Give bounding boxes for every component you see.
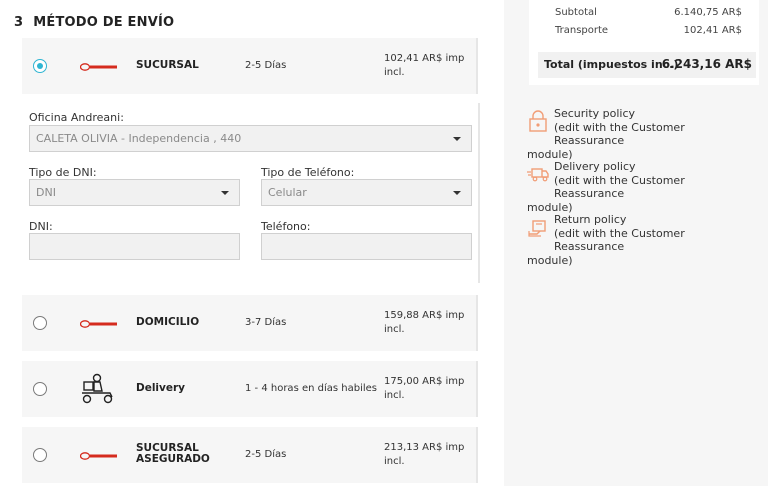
radio-delivery[interactable] xyxy=(33,382,47,396)
truck-icon xyxy=(527,168,549,182)
reassurance-note-module: module) xyxy=(527,200,573,214)
andreani-logo-icon xyxy=(80,452,117,460)
option-price: 175,00 AR$ imp incl. xyxy=(384,375,474,403)
shipping-option-sucursal[interactable]: SUCURSAL 2-5 Días 102,41 AR$ imp incl. xyxy=(22,38,478,94)
reassurance-note: (edit with the Customer Reassurance xyxy=(554,173,685,201)
andreani-logo-icon xyxy=(80,320,117,328)
option-name: DOMICILIO xyxy=(136,316,200,328)
reassurance-note-module: module) xyxy=(527,147,573,161)
reassurance-title: Security policy xyxy=(554,107,636,120)
option-price: 159,88 AR$ imp incl. xyxy=(384,309,474,337)
option-price-line2: incl. xyxy=(384,456,405,467)
reassurance-note-module: module) xyxy=(527,253,573,267)
chevron-down-icon xyxy=(453,191,461,195)
dni-type-label: Tipo de DNI: xyxy=(29,166,97,179)
step-number: 3 xyxy=(14,15,24,30)
shipping-option-domicilio[interactable]: DOMICILIO 3-7 Días 159,88 AR$ imp incl. xyxy=(22,295,478,351)
subtotal-value: 6.140,75 AR$ xyxy=(674,7,742,18)
option-price-line1: 102,41 AR$ imp xyxy=(384,53,465,64)
phone-input[interactable] xyxy=(261,233,472,260)
shipping-value: 102,41 AR$ xyxy=(683,25,742,36)
radio-sucursal[interactable] xyxy=(33,59,47,73)
chevron-down-icon xyxy=(453,137,461,141)
option-name: SUCURSAL ASEGURADO xyxy=(136,443,210,465)
phone-type-select-value: Celular xyxy=(268,186,307,199)
total-value: 6.243,16 AR$ xyxy=(661,57,752,71)
option-price-line1: 175,00 AR$ imp xyxy=(384,376,465,387)
dni-label: DNI: xyxy=(29,220,53,233)
step-heading: MÉTODO DE ENVÍO xyxy=(33,15,175,30)
shipping-option-delivery[interactable]: Delivery 1 - 4 horas en días habiles 175… xyxy=(22,361,478,417)
reassurance-note: (edit with the Customer Reassurance xyxy=(554,120,685,148)
pickup-details-form: Oficina Andreani: CALETA OLIVIA - Indepe… xyxy=(22,103,480,283)
total-row: Total (impuestos inc.) 6.243,16 AR$ xyxy=(538,52,756,78)
option-name-line2: ASEGURADO xyxy=(136,453,210,465)
option-days: 2-5 Días xyxy=(245,60,287,71)
radio-domicilio[interactable] xyxy=(33,316,47,330)
phone-type-select[interactable]: Celular xyxy=(261,179,472,206)
shipping-option-sucursal-asegurado[interactable]: SUCURSAL ASEGURADO 2-5 Días 213,13 AR$ i… xyxy=(22,427,478,483)
chevron-down-icon xyxy=(221,191,229,195)
phone-label: Teléfono: xyxy=(261,220,311,233)
phone-type-label: Tipo de Teléfono: xyxy=(261,166,355,179)
delivery-scooter-icon xyxy=(82,373,113,404)
reassurance-note: (edit with the Customer Reassurance xyxy=(554,226,685,254)
option-price-line1: 159,88 AR$ imp xyxy=(384,310,465,321)
andreani-logo-icon xyxy=(80,63,117,71)
checkout-main-panel: 3 MÉTODO DE ENVÍO SUCURSAL 2-5 Días 102,4… xyxy=(0,0,504,486)
option-name: Delivery xyxy=(136,382,186,394)
shipping-label: Transporte xyxy=(555,25,609,36)
dni-type-select[interactable]: DNI xyxy=(29,179,240,206)
reassurance-delivery: Delivery policy (edit with the Customer … xyxy=(527,160,757,214)
return-box-icon xyxy=(528,220,546,237)
option-days: 1 - 4 horas en días habiles xyxy=(245,383,377,394)
option-days: 2-5 Días xyxy=(245,449,287,460)
office-select-value: CALETA OLIVIA - Independencia , 440 xyxy=(36,132,242,145)
option-price-line2: incl. xyxy=(384,390,405,401)
reassurance-title: Return policy xyxy=(554,213,627,226)
option-price: 102,41 AR$ imp incl. xyxy=(384,52,474,80)
option-price: 213,13 AR$ imp incl. xyxy=(384,441,474,469)
option-name: SUCURSAL xyxy=(136,59,199,71)
option-price-line1: 213,13 AR$ imp xyxy=(384,442,465,453)
option-price-line2: incl. xyxy=(384,324,405,335)
dni-input[interactable] xyxy=(29,233,240,260)
lock-icon xyxy=(529,110,547,132)
step-title: 3 MÉTODO DE ENVÍO xyxy=(14,15,174,30)
office-label: Oficina Andreani: xyxy=(29,111,124,124)
dni-type-select-value: DNI xyxy=(36,186,56,199)
subtotal-label: Subtotal xyxy=(555,7,597,18)
radio-sucursal-asegurado[interactable] xyxy=(33,448,47,462)
reassurance-return: Return policy (edit with the Customer Re… xyxy=(527,213,757,267)
total-label: Total (impuestos inc.) xyxy=(544,58,679,71)
option-price-line2: incl. xyxy=(384,67,405,78)
option-days: 3-7 Días xyxy=(245,317,287,328)
reassurance-security: Security policy (edit with the Customer … xyxy=(527,107,757,161)
office-select[interactable]: CALETA OLIVIA - Independencia , 440 xyxy=(29,125,472,152)
reassurance-title: Delivery policy xyxy=(554,160,636,173)
